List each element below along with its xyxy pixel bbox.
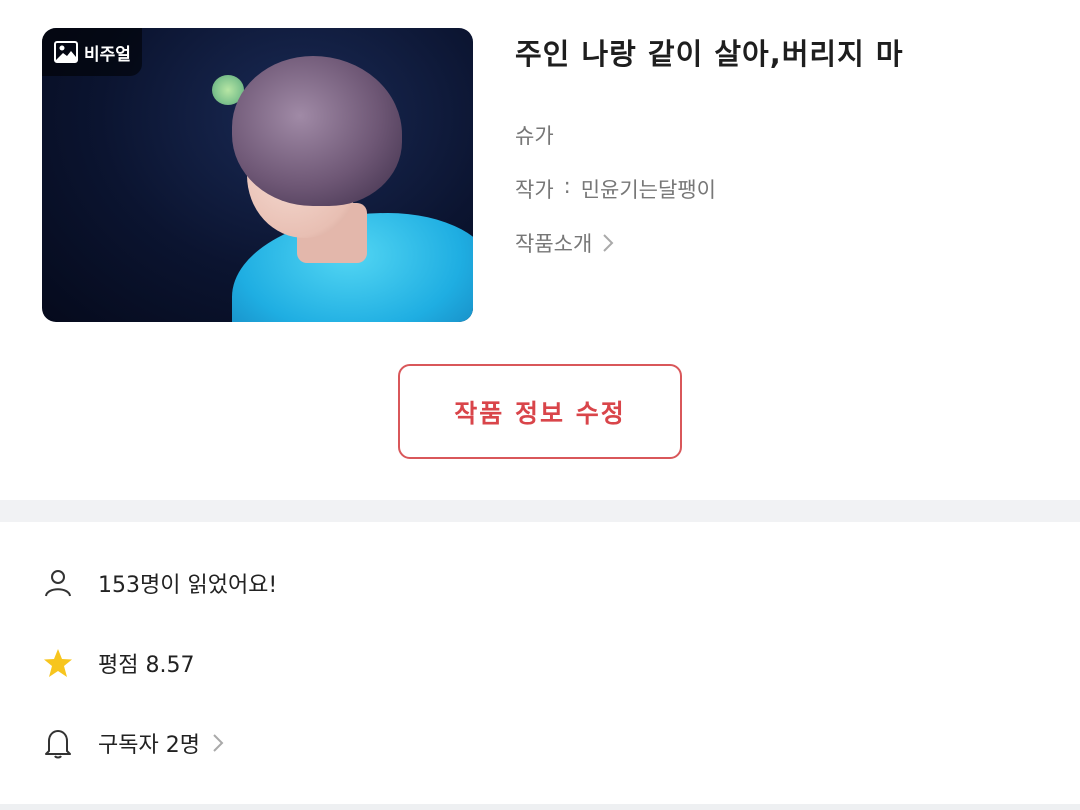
bottom-divider bbox=[0, 804, 1080, 810]
readers-row: 153명이 읽었어요! bbox=[0, 543, 1080, 623]
chevron-right-icon bbox=[213, 734, 224, 752]
section-divider bbox=[0, 500, 1080, 522]
work-genre: 슈가 bbox=[515, 124, 554, 148]
edit-work-info-button[interactable]: 작품 정보 수정 bbox=[398, 364, 682, 459]
readers-text: 153명이 읽었어요! bbox=[98, 573, 278, 598]
work-intro-label: 작품소개 bbox=[515, 232, 593, 256]
subscribers-text: 구독자 2명 bbox=[98, 733, 200, 758]
work-title: 주인 나랑 같이 살아,버리지 마 bbox=[515, 37, 904, 71]
cover-figure-hair bbox=[232, 56, 402, 206]
star-icon bbox=[42, 647, 74, 679]
visual-badge-label: 비주얼 bbox=[84, 44, 131, 65]
work-stats: 153명이 읽었어요! 평점 8.57 구독자 2명 bbox=[0, 522, 1080, 783]
work-header: 비주얼 주인 나랑 같이 살아,버리지 마 슈가 작가 : 민윤기는달팽이 작품… bbox=[0, 0, 1080, 500]
work-author: 작가 : 민윤기는달팽이 bbox=[515, 174, 1055, 204]
person-icon bbox=[42, 567, 74, 599]
image-icon bbox=[54, 41, 78, 63]
work-info: 주인 나랑 같이 살아,버리지 마 슈가 작가 : 민윤기는달팽이 작품소개 bbox=[515, 34, 1055, 258]
subscribers-row[interactable]: 구독자 2명 bbox=[0, 703, 1080, 783]
author-name: 민윤기는달팽이 bbox=[580, 178, 716, 202]
work-intro-link[interactable]: 작품소개 bbox=[515, 228, 1055, 258]
rating-text: 평점 8.57 bbox=[98, 653, 195, 678]
chevron-right-icon bbox=[603, 234, 614, 252]
rating-row: 평점 8.57 bbox=[0, 623, 1080, 703]
cover-image[interactable]: 비주얼 bbox=[42, 28, 473, 322]
visual-badge: 비주얼 bbox=[42, 28, 142, 76]
bell-icon bbox=[42, 727, 74, 759]
author-label: 작가 bbox=[515, 178, 554, 202]
author-separator: : bbox=[563, 174, 571, 198]
